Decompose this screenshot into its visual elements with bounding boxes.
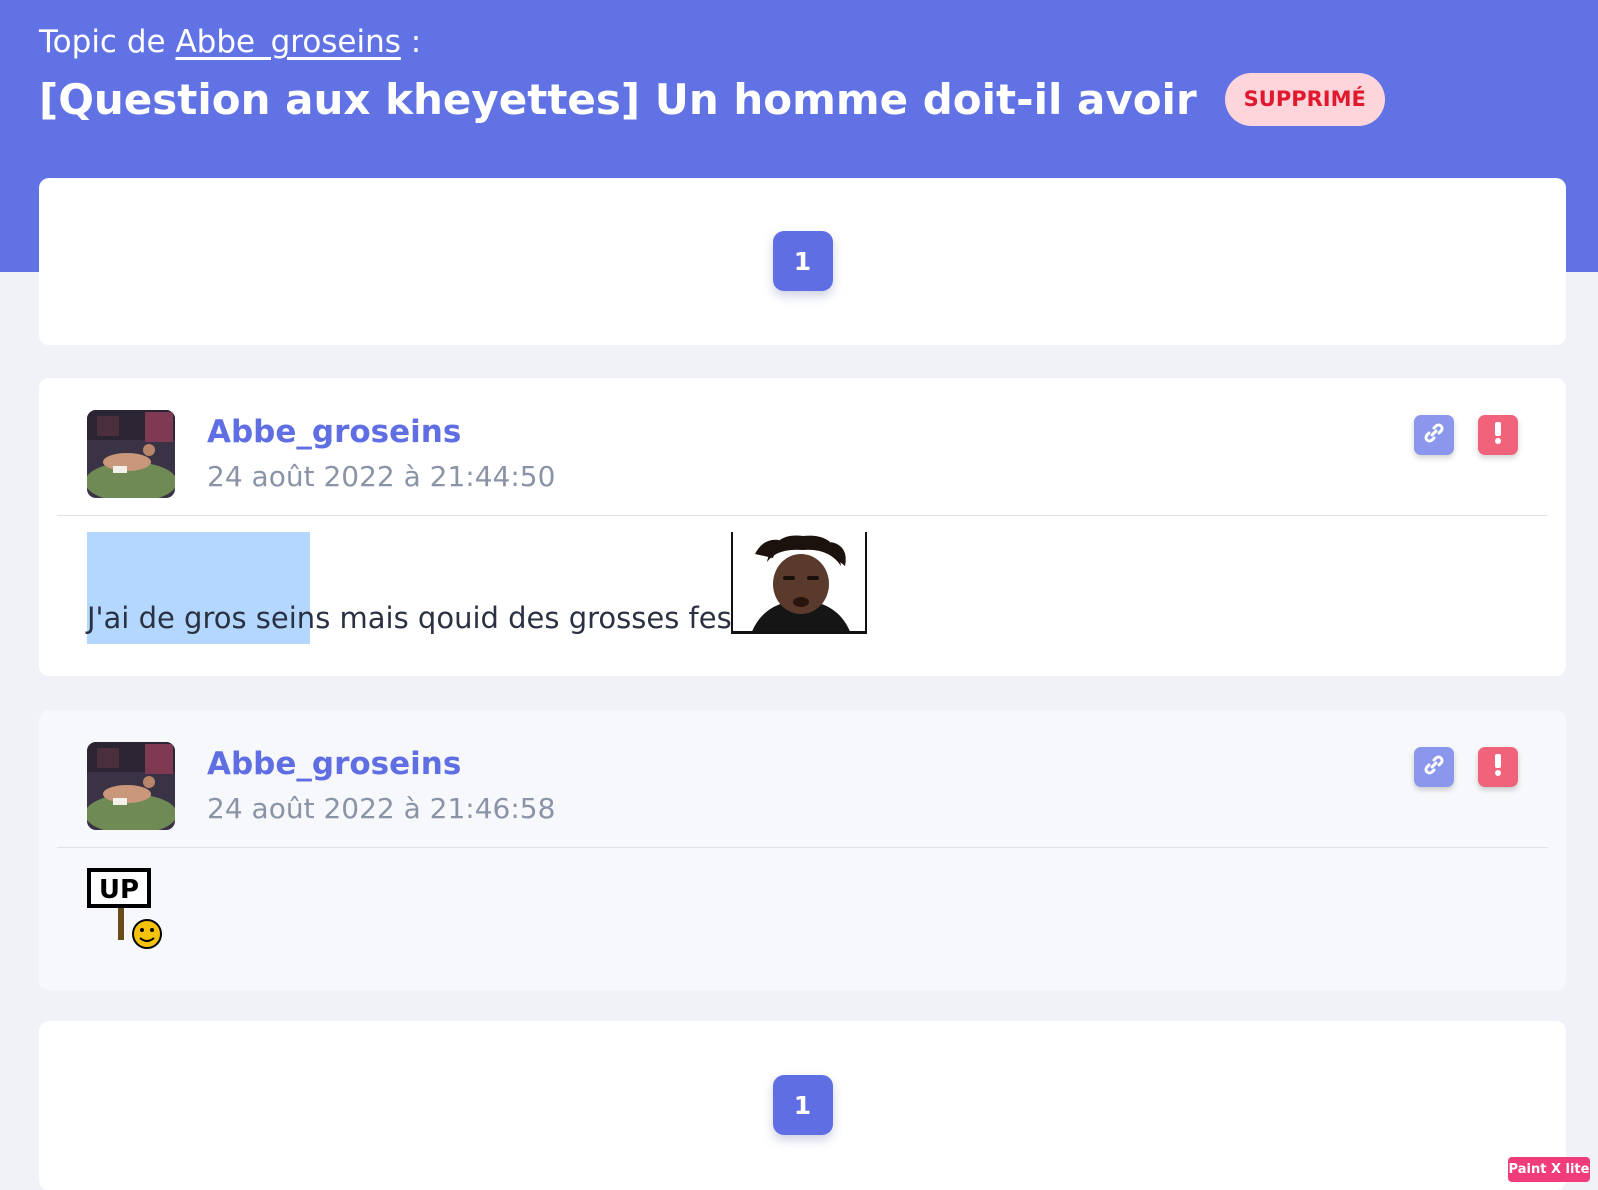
page-button-1[interactable]: 1 bbox=[772, 231, 833, 291]
avatar[interactable] bbox=[87, 742, 175, 830]
pagination-card-bottom: 1 bbox=[39, 1021, 1566, 1190]
post-author[interactable]: Abbe_groseins bbox=[207, 746, 461, 782]
pagination: 1 bbox=[39, 1021, 1566, 1135]
pagination-card-top: 1 bbox=[39, 178, 1566, 345]
exclamation-icon bbox=[1493, 753, 1503, 781]
link-icon bbox=[1423, 422, 1445, 448]
link-icon bbox=[1423, 754, 1445, 780]
topic-title: [Question aux kheyettes] Un homme doit-i… bbox=[39, 74, 1197, 124]
topic-author-link[interactable]: Abbe_groseins bbox=[175, 24, 400, 60]
post-card: Abbe_groseins 24 août 2022 à 21:46:58 UP bbox=[39, 710, 1566, 990]
topic-prefix: Topic de bbox=[39, 24, 166, 60]
report-button[interactable] bbox=[1478, 415, 1518, 455]
permalink-button[interactable] bbox=[1414, 415, 1454, 455]
post-header: Abbe_groseins 24 août 2022 à 21:46:58 bbox=[39, 710, 1566, 848]
watermark-badge: Paint X lite bbox=[1508, 1157, 1590, 1182]
up-sign-smiley-sticker: UP bbox=[87, 864, 167, 950]
permalink-button[interactable] bbox=[1414, 747, 1454, 787]
post-body: J'ai de gros seins mais qouid des grosse… bbox=[39, 516, 1566, 676]
exclamation-icon bbox=[1493, 421, 1503, 449]
face-sticker bbox=[731, 532, 867, 634]
post-header: Abbe_groseins 24 août 2022 à 21:44:50 bbox=[39, 378, 1566, 516]
status-badge: SUPPRIMÉ bbox=[1224, 72, 1385, 126]
post-date: 24 août 2022 à 21:44:50 bbox=[207, 460, 556, 493]
post-message: J'ai de gros seins mais qouid des grosse… bbox=[87, 601, 804, 635]
post-date: 24 août 2022 à 21:46:58 bbox=[207, 792, 556, 825]
pagination: 1 bbox=[39, 178, 1566, 291]
post-author[interactable]: Abbe_groseins bbox=[207, 414, 461, 450]
page-button-1[interactable]: 1 bbox=[772, 1075, 833, 1135]
selected-text: J'ai de gros seins bbox=[87, 601, 331, 635]
topic-byline: Topic de Abbe_groseins : bbox=[39, 24, 421, 60]
report-button[interactable] bbox=[1478, 747, 1518, 787]
avatar[interactable] bbox=[87, 410, 175, 498]
post-card: Abbe_groseins 24 août 2022 à 21:44:50 J'… bbox=[39, 378, 1566, 676]
up-sign-text: UP bbox=[99, 875, 139, 905]
post-body: UP bbox=[39, 848, 1566, 990]
topic-suffix: : bbox=[410, 24, 422, 60]
